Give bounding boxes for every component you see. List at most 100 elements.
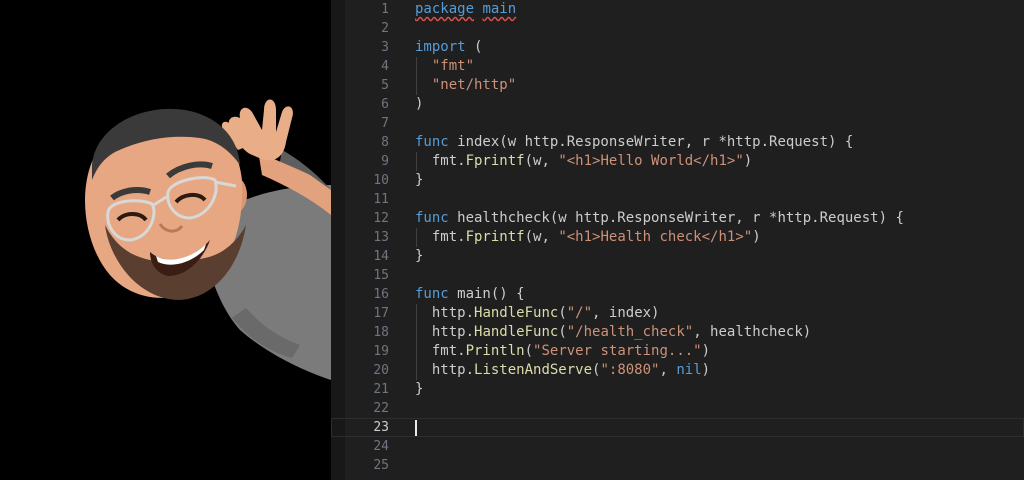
code-line[interactable]: 3 import ( <box>331 38 1024 57</box>
line-number: 3 <box>381 40 389 55</box>
code-token: , <box>659 362 677 378</box>
code-token: ) <box>701 343 711 359</box>
code-token: "<h1>Health check</h1>" <box>558 229 753 245</box>
code-line[interactable]: 1 package main <box>331 0 1024 19</box>
code-token: ) <box>415 96 424 112</box>
code-token: Println <box>465 343 525 359</box>
code-text: func index(w http.ResponseWriter, r *htt… <box>415 133 853 152</box>
code-token: (w, <box>524 229 559 245</box>
line-number: 25 <box>373 458 389 473</box>
code-token: http. <box>415 305 475 321</box>
code-line[interactable]: 5 "net/http" <box>331 76 1024 95</box>
code-token: package <box>415 1 475 17</box>
code-text: import ( <box>415 38 482 57</box>
code-token: Fprintf <box>465 229 525 245</box>
code-token: "fmt" <box>431 58 475 74</box>
line-number: 23 <box>373 420 389 435</box>
line-number: 7 <box>381 116 389 131</box>
code-line[interactable]: 20 http.ListenAndServe(":8080", nil) <box>331 361 1024 380</box>
code-token: "net/http" <box>431 77 517 93</box>
line-number: 11 <box>373 192 389 207</box>
code-line[interactable]: 8 func index(w http.ResponseWriter, r *ht… <box>331 133 1024 152</box>
code-token: fmt. <box>415 153 466 169</box>
code-token: func <box>415 134 449 150</box>
line-number: 4 <box>381 59 389 74</box>
code-text: func main() { <box>415 285 525 304</box>
code-text: } <box>415 247 423 266</box>
code-token: HandleFunc <box>474 305 559 321</box>
code-token: nil <box>676 362 702 378</box>
code-token: Fprintf <box>465 153 525 169</box>
code-token: ) <box>743 153 753 169</box>
line-number: 21 <box>373 382 389 397</box>
line-number: 22 <box>373 401 389 416</box>
code-text: http.HandleFunc("/", index) <box>415 304 660 323</box>
code-line[interactable]: 16 func main() { <box>331 285 1024 304</box>
code-token: http. <box>415 324 475 340</box>
code-token: ( <box>465 39 483 55</box>
code-line[interactable]: 12 func healthcheck(w http.ResponseWriter… <box>331 209 1024 228</box>
code-token: } <box>415 172 424 188</box>
code-line[interactable]: 6) <box>331 95 1024 114</box>
code-area[interactable]: 1 package main 2 3 import (4 "fmt" 5 "net/htt… <box>331 0 1024 480</box>
code-token: , index) <box>592 305 660 321</box>
code-line[interactable]: 14} <box>331 247 1024 266</box>
code-line[interactable]: 7 <box>331 114 1024 133</box>
avatar-panel <box>0 0 331 480</box>
code-token: ListenAndServe <box>474 362 593 378</box>
code-line[interactable]: 15 <box>331 266 1024 285</box>
line-number: 13 <box>373 230 389 245</box>
code-token: healthcheck(w http.ResponseWriter, r *ht… <box>448 210 904 226</box>
line-number: 24 <box>373 439 389 454</box>
line-number: 20 <box>373 363 389 378</box>
code-token: ( <box>558 305 567 321</box>
line-number: 17 <box>373 306 389 321</box>
code-line[interactable]: 2 <box>331 19 1024 38</box>
code-line[interactable]: 17 http.HandleFunc("/", index) <box>331 304 1024 323</box>
code-text: } <box>415 380 423 399</box>
code-token: func <box>415 286 449 302</box>
code-text: ) <box>415 95 423 114</box>
line-number: 12 <box>373 211 389 226</box>
code-line[interactable]: 13 fmt.Fprintf(w, "<h1>Health check</h1>… <box>331 228 1024 247</box>
code-token: "/health_check" <box>566 324 694 340</box>
code-token: ":8080" <box>600 362 660 378</box>
code-line[interactable]: 18 http.HandleFunc("/health_check", heal… <box>331 323 1024 342</box>
code-editor[interactable]: 1 package main 2 3 import (4 "fmt" 5 "net/htt… <box>331 0 1024 480</box>
code-token: ( <box>524 343 534 359</box>
code-text: package main <box>415 0 516 19</box>
code-token: main() { <box>448 286 525 302</box>
code-token: } <box>415 248 424 264</box>
code-line[interactable]: 23 <box>331 418 1024 437</box>
code-line[interactable]: 9 fmt.Fprintf(w, "<h1>Hello World</h1>") <box>331 152 1024 171</box>
text-cursor <box>415 420 417 436</box>
code-text: "fmt" <box>415 57 474 76</box>
code-line[interactable]: 21} <box>331 380 1024 399</box>
code-text: "net/http" <box>415 76 516 95</box>
code-line[interactable]: 10} <box>331 171 1024 190</box>
code-line[interactable]: 4 "fmt" <box>331 57 1024 76</box>
code-token: , healthcheck) <box>693 324 812 340</box>
code-line[interactable]: 22 <box>331 399 1024 418</box>
line-number: 19 <box>373 344 389 359</box>
code-line[interactable]: 11 <box>331 190 1024 209</box>
line-number: 16 <box>373 287 389 302</box>
code-line[interactable]: 19 fmt.Println("Server starting...") <box>331 342 1024 361</box>
line-number: 18 <box>373 325 389 340</box>
line-number: 2 <box>381 21 389 36</box>
code-token: main <box>482 1 517 17</box>
code-token: "<h1>Hello World</h1>" <box>558 153 744 169</box>
line-number: 10 <box>373 173 389 188</box>
code-token: (w, <box>524 153 559 169</box>
line-number: 9 <box>381 154 389 169</box>
code-token: http. <box>415 362 475 378</box>
code-line[interactable]: 25 <box>331 456 1024 475</box>
code-token: func <box>415 210 449 226</box>
code-text: http.HandleFunc("/health_check", healthc… <box>415 323 811 342</box>
code-token: ( <box>558 324 567 340</box>
code-token: fmt. <box>415 229 466 245</box>
code-token: index(w http.ResponseWriter, r *http.Req… <box>448 134 854 150</box>
code-line[interactable]: 24 <box>331 437 1024 456</box>
line-number: 8 <box>381 135 389 150</box>
